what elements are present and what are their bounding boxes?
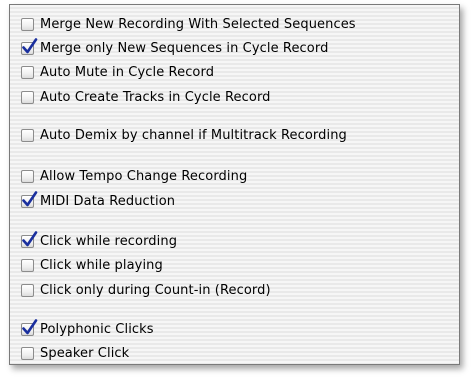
- preferences-window: Merge New Recording With Selected Sequen…: [0, 0, 475, 379]
- option-click-while-recording[interactable]: Click while recording: [21, 230, 178, 250]
- option-label: Auto Create Tracks in Cycle Record: [40, 89, 271, 105]
- checkbox[interactable]: [21, 128, 34, 142]
- option-click-while-playing[interactable]: Click while playing: [21, 256, 163, 274]
- checkbox[interactable]: [21, 90, 34, 104]
- checkbox[interactable]: [21, 283, 34, 297]
- checkbox[interactable]: [21, 230, 38, 248]
- checkbox[interactable]: [21, 346, 34, 360]
- checkbox[interactable]: [21, 169, 34, 183]
- checkbox[interactable]: [21, 190, 38, 208]
- checkbox[interactable]: [21, 318, 38, 336]
- checkmark-icon: [22, 230, 38, 246]
- option-label: Auto Mute in Cycle Record: [40, 64, 215, 80]
- option-label: Merge New Recording With Selected Sequen…: [40, 16, 356, 32]
- option-auto-mute-cycle-record[interactable]: Auto Mute in Cycle Record: [21, 63, 214, 81]
- option-allow-tempo-change[interactable]: Allow Tempo Change Recording: [21, 167, 247, 185]
- option-merge-only-new-sequences[interactable]: Merge only New Sequences in Cycle Record: [21, 37, 329, 57]
- option-click-count-in[interactable]: Click only during Count-in (Record): [21, 281, 271, 299]
- checkmark-icon: [22, 190, 38, 206]
- option-label: Click while playing: [40, 257, 163, 273]
- option-label: Click while recording: [40, 233, 178, 249]
- recording-options-panel: Merge New Recording With Selected Sequen…: [9, 4, 460, 365]
- option-speaker-click[interactable]: Speaker Click: [21, 344, 129, 362]
- option-label: Speaker Click: [40, 345, 130, 361]
- option-label: Click only during Count-in (Record): [40, 282, 271, 298]
- option-label: Allow Tempo Change Recording: [40, 168, 248, 184]
- option-label: Merge only New Sequences in Cycle Record: [40, 40, 329, 56]
- option-merge-new-recording[interactable]: Merge New Recording With Selected Sequen…: [21, 15, 356, 33]
- option-label: Polyphonic Clicks: [40, 321, 154, 337]
- option-label: Auto Demix by channel if Multitrack Reco…: [40, 127, 347, 143]
- checkmark-icon: [22, 37, 38, 53]
- option-midi-data-reduction[interactable]: MIDI Data Reduction: [21, 190, 176, 210]
- checkbox[interactable]: [21, 37, 38, 55]
- checkbox[interactable]: [21, 258, 34, 272]
- option-auto-demix[interactable]: Auto Demix by channel if Multitrack Reco…: [21, 126, 347, 144]
- option-label: MIDI Data Reduction: [40, 193, 176, 209]
- option-polyphonic-clicks[interactable]: Polyphonic Clicks: [21, 318, 154, 338]
- option-auto-create-tracks[interactable]: Auto Create Tracks in Cycle Record: [21, 88, 271, 106]
- checkmark-icon: [22, 318, 38, 334]
- checkbox[interactable]: [21, 17, 34, 31]
- checkbox[interactable]: [21, 65, 34, 79]
